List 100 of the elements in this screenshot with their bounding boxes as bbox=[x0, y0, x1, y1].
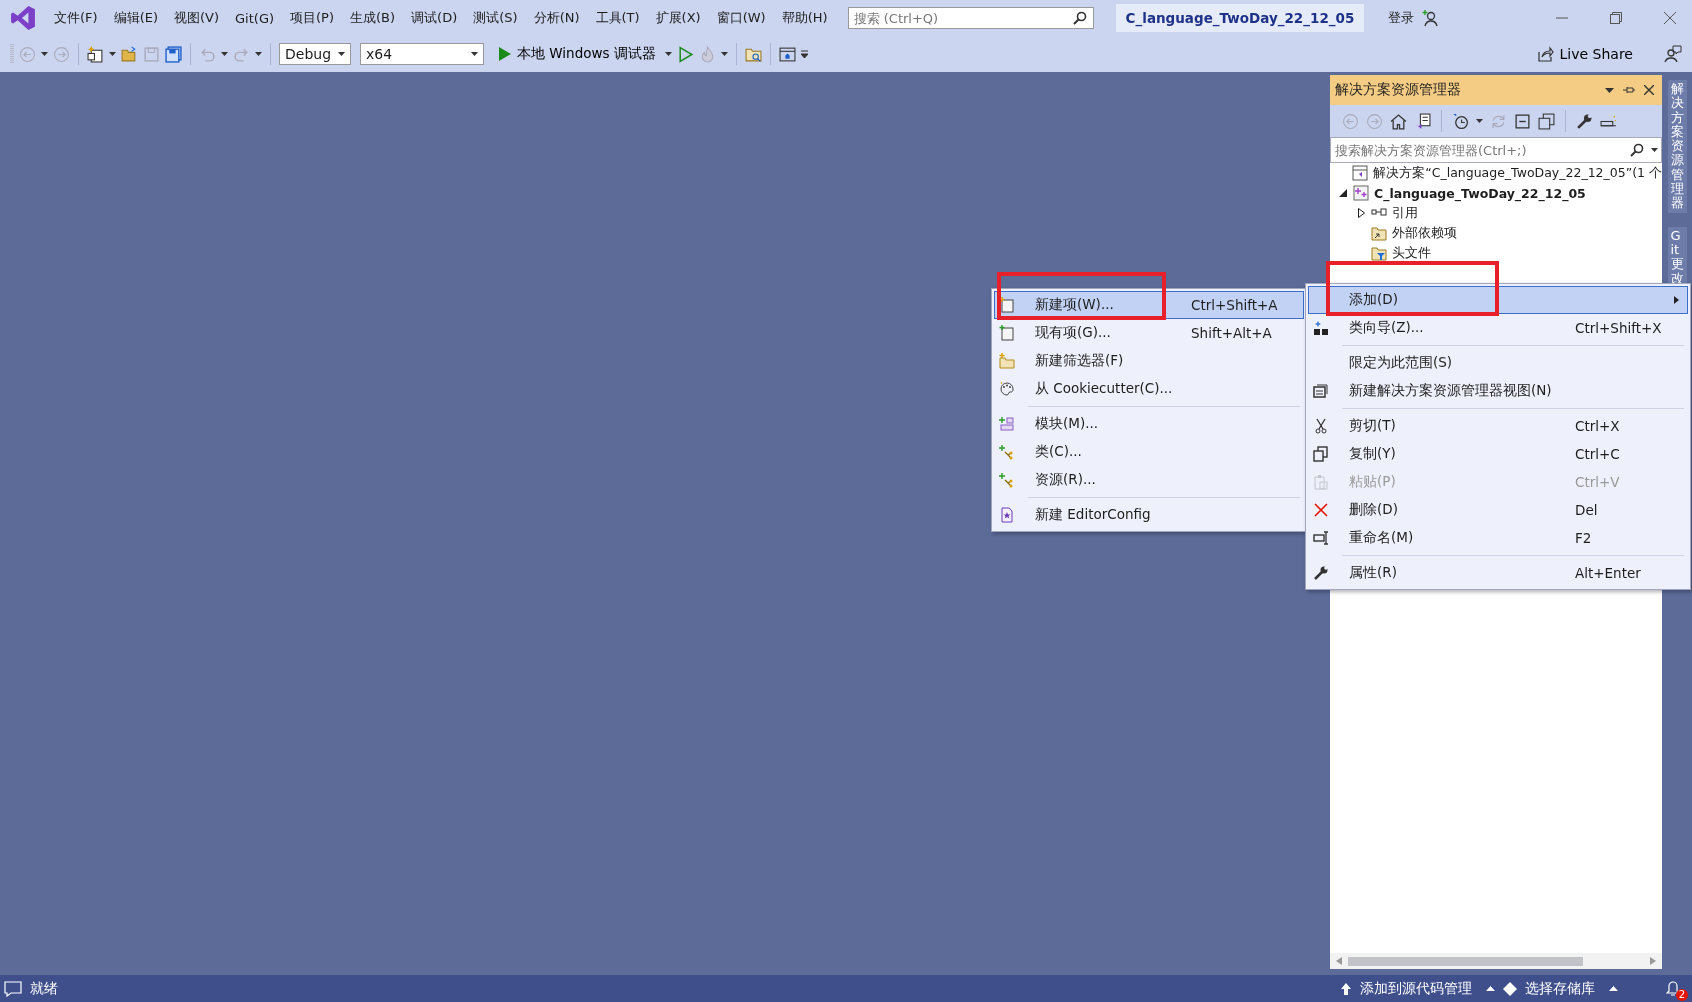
menu-bar-item[interactable]: 测试(S) bbox=[465, 9, 526, 27]
tree-item[interactable]: 引用 bbox=[1392, 204, 1418, 222]
source-control-button[interactable]: 添加到源代码管理 bbox=[1360, 979, 1472, 998]
dropdown-arrow-icon[interactable] bbox=[1651, 148, 1658, 152]
menu-item[interactable]: 重命名(M) F2 bbox=[1308, 524, 1688, 552]
menu-item[interactable]: 模块(M)... bbox=[994, 410, 1304, 438]
menu-item[interactable]: 资源(R)... bbox=[994, 466, 1304, 494]
restore-icon[interactable] bbox=[1610, 12, 1622, 24]
menu-bar-item[interactable]: 编辑(E) bbox=[105, 9, 166, 27]
menu-bar-item[interactable]: 生成(B) bbox=[342, 9, 404, 27]
search-icon[interactable] bbox=[1630, 143, 1644, 157]
dropdown-arrow-icon[interactable] bbox=[221, 52, 228, 56]
save-all-icon[interactable] bbox=[165, 45, 182, 63]
menu-bar-item[interactable]: 窗口(W) bbox=[708, 9, 774, 27]
expand-arrow-icon[interactable] bbox=[1357, 208, 1365, 218]
new-project-icon[interactable] bbox=[87, 45, 104, 63]
scroll-right-icon[interactable] bbox=[1650, 957, 1656, 965]
close-icon[interactable] bbox=[1664, 12, 1676, 24]
tree-item[interactable]: 外部依赖项 bbox=[1392, 224, 1457, 242]
dropdown-arrow-icon[interactable] bbox=[109, 52, 116, 56]
new-file-icon bbox=[999, 297, 1015, 313]
menu-item[interactable]: 新建项(W)... Ctrl+Shift+A bbox=[994, 291, 1304, 319]
dropdown-arrow-icon[interactable] bbox=[255, 52, 262, 56]
scroll-left-icon[interactable] bbox=[1336, 957, 1342, 965]
new-folder-icon bbox=[999, 353, 1015, 369]
home-icon[interactable] bbox=[1390, 112, 1407, 130]
menu-bar-item[interactable]: 帮助(H) bbox=[773, 9, 836, 27]
search-field[interactable]: 搜索解决方案资源管理器(Ctrl+;) bbox=[1330, 137, 1662, 163]
menu-item[interactable]: 类(C)... bbox=[994, 438, 1304, 466]
class-icon bbox=[999, 472, 1015, 488]
search-icon[interactable] bbox=[1072, 11, 1087, 25]
menu-item[interactable]: 添加(D) bbox=[1308, 286, 1688, 314]
tree-item[interactable]: 头文件 bbox=[1392, 244, 1431, 262]
configuration-dropdown[interactable]: Debug bbox=[279, 43, 351, 65]
grip-icon bbox=[10, 43, 14, 65]
collapse-arrow-icon[interactable] bbox=[1339, 189, 1347, 197]
tree-item[interactable]: 解决方案“C_language_TwoDay_22_12_05”(1 个 bbox=[1373, 164, 1662, 182]
menu-item[interactable]: 新建解决方案资源管理器视图(N) bbox=[1308, 377, 1688, 405]
menu-bar-item[interactable]: 工具(T) bbox=[587, 9, 648, 27]
dropdown-arrow-icon[interactable] bbox=[1605, 87, 1614, 93]
search-field[interactable]: 搜索 (Ctrl+Q) bbox=[847, 7, 1094, 29]
dropdown-arrow-icon[interactable] bbox=[338, 52, 345, 56]
menu-item[interactable]: 从 Cookiecutter(C)... bbox=[994, 375, 1304, 403]
feedback-person-icon[interactable] bbox=[1664, 45, 1682, 63]
menu-bar-item[interactable]: 扩展(X) bbox=[647, 9, 709, 27]
caret-up-icon[interactable] bbox=[1609, 986, 1618, 991]
menu-item[interactable]: 新建筛选器(F) bbox=[994, 347, 1304, 375]
menu-bar-item[interactable]: 调试(D) bbox=[403, 9, 466, 27]
notification-bell-icon[interactable] bbox=[1666, 980, 1680, 997]
dropdown-arrow-icon[interactable] bbox=[41, 52, 48, 56]
platform-dropdown[interactable]: x64 bbox=[360, 43, 484, 65]
dropdown-arrow-icon[interactable] bbox=[664, 52, 672, 56]
class-wizard-icon bbox=[1313, 320, 1329, 336]
output-window-icon[interactable] bbox=[4, 980, 22, 997]
solution-icon bbox=[1352, 165, 1369, 181]
play-icon bbox=[499, 47, 511, 61]
menu-bar-item[interactable]: 文件(F) bbox=[46, 9, 106, 27]
wrench-icon bbox=[1313, 565, 1329, 581]
live-share-button[interactable]: Live Share bbox=[1531, 44, 1639, 64]
menu-item[interactable]: 剪切(T) Ctrl+X bbox=[1308, 412, 1688, 440]
window-icon bbox=[1313, 383, 1329, 399]
overflow-icon[interactable] bbox=[800, 50, 808, 58]
folder-icon bbox=[1371, 225, 1387, 241]
panel-title: 解决方案资源管理器 bbox=[1335, 81, 1462, 99]
dropdown-arrow-icon[interactable] bbox=[471, 52, 478, 56]
project-icon bbox=[1353, 185, 1369, 201]
menu-item[interactable]: 新建 EditorConfig bbox=[994, 501, 1304, 529]
horizontal-scrollbar[interactable] bbox=[1330, 953, 1662, 969]
sign-in-link[interactable]: 登录 bbox=[1388, 9, 1415, 27]
clipboard-icon bbox=[1313, 474, 1329, 490]
start-debugging-button[interactable]: 本地 Windows 调试器 bbox=[495, 43, 660, 65]
menu-item[interactable]: 类向导(Z)... Ctrl+Shift+X bbox=[1308, 314, 1688, 342]
repository-icon[interactable] bbox=[1503, 981, 1517, 996]
menu-bar-item[interactable]: 视图(V) bbox=[166, 9, 228, 27]
collapse-all-icon[interactable] bbox=[1514, 112, 1531, 130]
close-icon[interactable] bbox=[1644, 85, 1654, 95]
menu-item[interactable]: 删除(D) Del bbox=[1308, 496, 1688, 524]
tree-item[interactable]: C_language_TwoDay_22_12_05 bbox=[1374, 185, 1586, 201]
history-icon[interactable] bbox=[1452, 112, 1469, 130]
side-tab[interactable]: 解决方案资源管理器 bbox=[1667, 80, 1687, 213]
caret-up-icon[interactable] bbox=[1486, 986, 1495, 991]
scissors-icon bbox=[1313, 418, 1329, 434]
dropdown-arrow-icon[interactable] bbox=[720, 52, 728, 56]
solution-name: C_language_TwoDay_22_12_05 bbox=[1115, 4, 1365, 32]
upload-arrow-icon[interactable] bbox=[1340, 981, 1352, 996]
menu-item[interactable]: 复制(Y) Ctrl+C bbox=[1308, 440, 1688, 468]
menu-item[interactable]: 限定为此范围(S) bbox=[1308, 349, 1688, 377]
menu-item[interactable]: 属性(R) Alt+Enter bbox=[1308, 559, 1688, 587]
repository-button[interactable]: 选择存储库 bbox=[1525, 979, 1595, 998]
menu-bar-item[interactable]: Git(G) bbox=[227, 10, 283, 26]
wrench-icon[interactable] bbox=[1576, 112, 1593, 130]
menu-bar-item[interactable]: 分析(N) bbox=[525, 9, 588, 27]
menu-item[interactable]: 现有项(G)... Shift+Alt+A bbox=[994, 319, 1304, 347]
pin-icon[interactable] bbox=[1623, 85, 1635, 95]
dropdown-arrow-icon[interactable] bbox=[1476, 119, 1483, 123]
window-icon[interactable] bbox=[778, 45, 796, 63]
menu-bar-item[interactable]: 项目(P) bbox=[282, 9, 342, 27]
open-folder-icon[interactable] bbox=[121, 45, 138, 63]
show-all-files-icon[interactable] bbox=[1538, 112, 1555, 130]
logo-icon[interactable] bbox=[10, 5, 36, 31]
